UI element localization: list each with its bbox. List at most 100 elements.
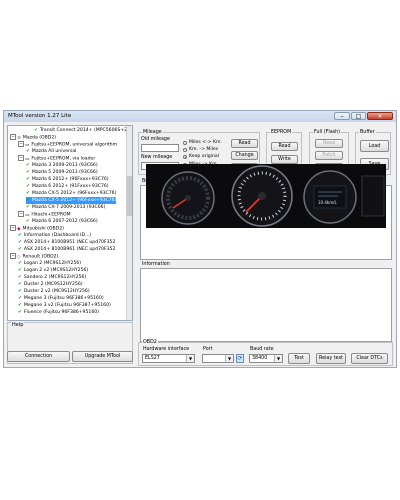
eeprom-label: EEPROM: [270, 130, 293, 135]
tree-item-label: Information (Dashboard ID...): [23, 233, 92, 238]
baud-rate-select[interactable]: 38400 ▼: [249, 354, 283, 363]
port-select[interactable]: ▼: [202, 354, 234, 363]
tree-item-label: Fujitsu+EEPROM, via loader: [31, 156, 96, 162]
tree-brand-node[interactable]: − ◆ Mitsubishi (OBD2): [10, 225, 64, 232]
check-icon: ✔: [18, 296, 22, 301]
vehicle-tree[interactable]: ✔ Transit Connect 2014+ (MPC5606S+24c − ⊖ Ma…: [7, 125, 133, 321]
chevron-down-icon: ▼: [186, 355, 194, 362]
maximize-button[interactable]: □: [351, 112, 366, 120]
connection-button[interactable]: Connection: [7, 351, 70, 362]
check-icon: ✔: [26, 184, 30, 189]
check-icon: ✔: [34, 128, 38, 133]
tree-item[interactable]: ✔ Logan 2 v2 (MC9S12HY256): [18, 267, 88, 274]
check-icon: ✔: [26, 219, 30, 224]
upgrade-button[interactable]: Upgrade MTool: [72, 351, 133, 362]
tree-item[interactable]: ✔ ASX 2014+ 8100B961 (NEC upd70F352: [18, 246, 115, 253]
tree-item[interactable]: ✔ ASX 2014+ 8100B951 (NEC upd70F352: [18, 239, 115, 246]
mileage-label: Mileage: [142, 130, 163, 135]
tree-item[interactable]: ✔ Mazda 6 2007-2012 (93C66): [26, 218, 98, 225]
tree-brand-node[interactable]: − ◇ Renault (OBD2): [10, 253, 58, 260]
old-mileage-field[interactable]: [141, 144, 179, 152]
title-bar: MTool version 1.27 Lite – □ ✕: [4, 111, 396, 122]
chevron-down-icon: ▼: [274, 355, 282, 362]
tree-item-label: Mazda 5 2009-2013 (93C66): [31, 170, 98, 175]
chevron-down-icon: ▼: [225, 355, 233, 362]
tree-item[interactable]: ✔ Mazda CX-5 2012+ (96Fxxx+93C76): [26, 190, 116, 197]
collapse-icon[interactable]: −: [18, 141, 24, 147]
chip-icon: ▭: [25, 156, 30, 162]
tree-item-label: Fujitsu+EEPROM, universal algorithm: [31, 142, 118, 148]
check-icon: ✔: [18, 282, 22, 287]
minimize-button[interactable]: –: [334, 112, 350, 120]
tree-group-node[interactable]: − ▭ Fujitsu+EEPROM, via loader: [18, 155, 95, 162]
collapse-icon[interactable]: −: [10, 134, 16, 140]
obd-label: OBD2: [142, 340, 158, 345]
hw-interface-select[interactable]: ELS27 ▼: [142, 354, 195, 363]
close-button[interactable]: ✕: [367, 112, 393, 120]
tree-item-label: Sandero 2 (MC9S12HY256): [23, 275, 87, 280]
collapse-icon[interactable]: −: [18, 155, 24, 161]
tree-item[interactable]: ✔ Logan 2 (MC9S12HY256): [18, 260, 81, 267]
tree-item-label: Mazda All universal: [31, 149, 77, 154]
tree-item[interactable]: ✔ Megane 3 v2 (Fujitsu 96F387+95160): [18, 302, 111, 309]
tree-item[interactable]: ✔ Information (Dashboard ID...): [18, 232, 91, 239]
tree-item-label: Mazda 6 2007-2012 (93C66): [31, 219, 98, 224]
check-icon: ✔: [26, 191, 30, 196]
eeprom-write-button[interactable]: Write: [271, 155, 298, 164]
collapse-icon[interactable]: −: [10, 225, 16, 231]
test-button[interactable]: Test: [288, 353, 310, 364]
tree-item[interactable]: ✔ Sandero 2 (MC9S12HY256): [18, 274, 86, 281]
check-icon: ✔: [18, 233, 22, 238]
refresh-icon[interactable]: ⟳: [236, 354, 244, 363]
check-icon: ✔: [26, 177, 30, 182]
scroll-thumb[interactable]: [127, 176, 132, 216]
tree-item[interactable]: ✔ Mazda All universal: [26, 148, 76, 155]
relay-test-button[interactable]: Relay test: [316, 353, 346, 364]
tree-item[interactable]: ✔ Mazda 3 2009-2013 (93C66): [26, 162, 98, 169]
tree-group-node[interactable]: − ▭ Hitachi+EEPROM: [18, 211, 71, 218]
tree-item-label: ASX 2014+ 8100B951 (NEC upd70F352: [23, 240, 116, 245]
tree-item[interactable]: ✔ Mazda 6 2012+ (96Fxxx+93C76): [26, 176, 109, 183]
tree-item-label: Mazda 3 2009-2013 (93C66): [31, 163, 98, 168]
radio-keep-original[interactable]: [183, 155, 187, 159]
tree-item-label: Mazda CX-5 2012+ (96Fxxx+93C76): [31, 198, 117, 203]
new-mileage-label: New mileage: [141, 155, 173, 160]
collapse-icon[interactable]: −: [18, 211, 24, 217]
tree-item[interactable]: ✔ Transit Connect 2014+ (MPC5606S+24c: [34, 127, 132, 134]
tree-item[interactable]: ✔ Fluence (Fujitsu 96F386+95160): [18, 309, 99, 316]
tree-item-label: Hitachi+EEPROM: [31, 212, 71, 218]
tree-item[interactable]: ✔ Megane 3 (Fujitsu 96F386+95160): [18, 295, 104, 302]
tree-item-label: Logan 2 (MC9S12HY256): [23, 261, 82, 266]
mileage-read-button[interactable]: Read: [231, 139, 258, 148]
flash-patch-button[interactable]: Patch: [315, 151, 343, 160]
collapse-icon[interactable]: −: [10, 253, 16, 259]
tree-item-label: Mazda (OBD2): [22, 135, 57, 141]
tree-item[interactable]: ✔ Mazda 6 2012+ (91Fxxx+93C76): [26, 183, 109, 190]
mileage-change-button[interactable]: Change: [231, 151, 258, 160]
tree-item[interactable]: ✔ Mazda CX-7 2009-2013 (93C66): [26, 204, 105, 211]
tree-item-label: Duster 2 (MC9S12HY256): [23, 282, 83, 287]
tree-item[interactable]: ✔ Mazda 5 2009-2013 (93C66): [26, 169, 98, 176]
check-icon: ✔: [18, 289, 22, 294]
tree-group-node[interactable]: − ▭ Fujitsu+EEPROM, universal algorithm: [18, 141, 117, 148]
information-label: Information: [142, 262, 170, 267]
tree-item[interactable]: ✔ Duster 2 v2 (MC9S12HY256): [18, 288, 90, 295]
check-icon: ✔: [18, 261, 22, 266]
eeprom-read-button[interactable]: Read: [271, 142, 298, 151]
check-icon: ✔: [18, 310, 22, 315]
flash-read-button[interactable]: Read: [315, 139, 343, 148]
tree-item[interactable]: ✔ Duster 2 (MC9S12HY256): [18, 281, 83, 288]
check-icon: ✔: [26, 163, 30, 168]
tree-item-label: Megane 3 (Fujitsu 96F386+95160): [23, 296, 104, 301]
tree-item-label: Megane 3 v2 (Fujitsu 96F387+95160): [23, 303, 111, 308]
help-label: Help: [11, 322, 25, 328]
tree-scrollbar[interactable]: [126, 126, 132, 320]
tree-brand-node[interactable]: − ⊖ Mazda (OBD2): [10, 134, 56, 141]
radio-miles-km[interactable]: [183, 141, 187, 145]
flash-label: Full (Flash): [313, 130, 342, 135]
radio-km-miles[interactable]: [183, 148, 187, 152]
mitsubishi-logo-icon: ◆: [17, 226, 21, 232]
tree-item[interactable]: ✔ Mazda CX-5 2012+ (96Fxxx+93C76): [26, 197, 117, 204]
clear-dtcs-button[interactable]: Clear DTCs: [351, 353, 388, 364]
buffer-load-button[interactable]: Load: [360, 140, 389, 152]
